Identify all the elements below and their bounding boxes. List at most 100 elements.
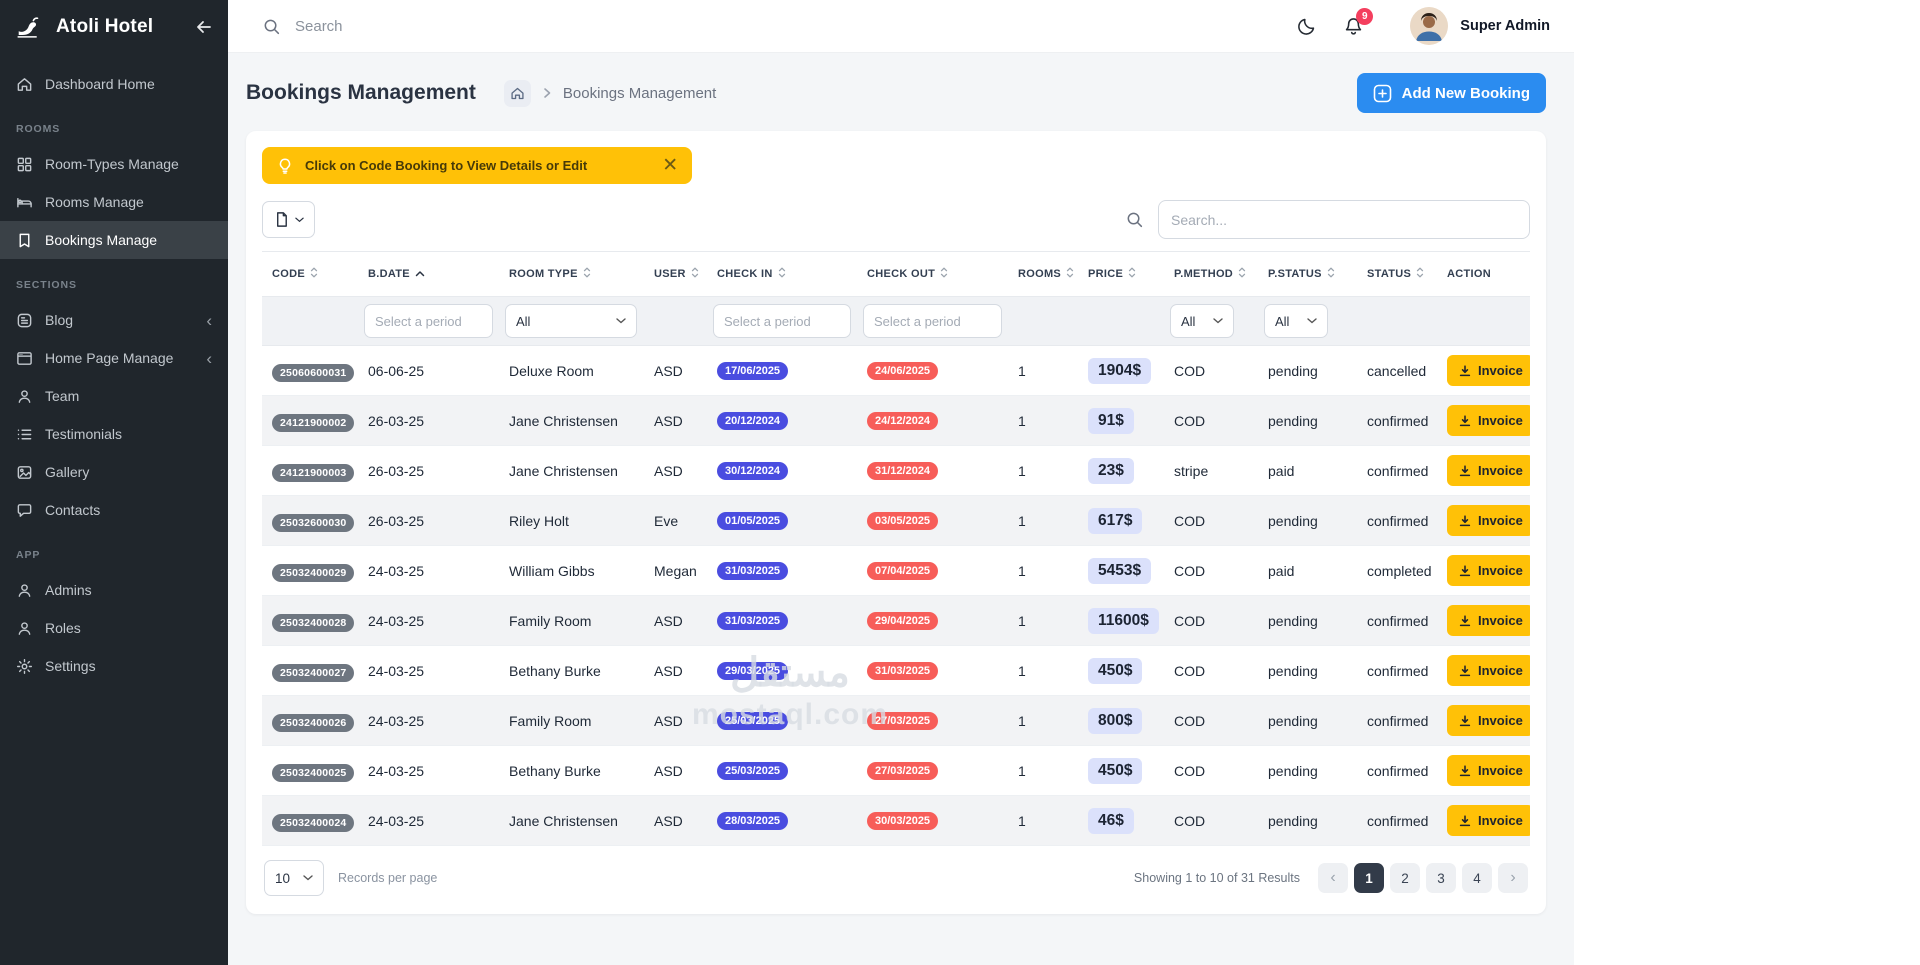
pagination-page-button[interactable]: 2	[1390, 863, 1420, 893]
sidebar-item-dashboard-home[interactable]: Dashboard Home	[0, 65, 228, 103]
sidebar-item-bookings-manage[interactable]: Bookings Manage	[0, 221, 228, 259]
invoice-button[interactable]: Invoice	[1447, 605, 1530, 636]
check-out-badge: 27/03/2025	[867, 762, 939, 780]
sort-icon	[1416, 267, 1424, 282]
export-button[interactable]	[262, 201, 315, 238]
user-cell: ASD	[644, 445, 707, 496]
breadcrumb-home-link[interactable]	[503, 79, 531, 107]
sidebar-item-blog[interactable]: Blog ‹	[0, 301, 228, 339]
sidebar-collapse-button[interactable]	[194, 17, 214, 37]
column-header-status[interactable]: STATUS	[1357, 251, 1437, 297]
column-header-code[interactable]: CODE	[262, 251, 358, 297]
pagination-area: Showing 1 to 10 of 31 Results ‹ 1 2 3 4 ›	[1134, 863, 1528, 893]
blog-icon	[16, 312, 33, 329]
filter-room-type-select[interactable]: All	[505, 304, 637, 338]
sidebar-item-roles[interactable]: Roles	[0, 609, 228, 647]
column-header-p-status[interactable]: P.STATUS	[1258, 251, 1357, 297]
price-chip: 450$	[1088, 757, 1143, 784]
sidebar-item-gallery[interactable]: Gallery	[0, 453, 228, 491]
dark-mode-toggle[interactable]	[1296, 16, 1317, 37]
booking-code-badge[interactable]: 25032400025	[272, 763, 355, 782]
column-header-check-in[interactable]: CHECK IN	[707, 251, 857, 297]
column-header-price[interactable]: PRICE	[1078, 251, 1164, 297]
sidebar-item-room-types-manage[interactable]: Room-Types Manage	[0, 145, 228, 183]
pagination-page-button[interactable]: 4	[1462, 863, 1492, 893]
download-icon	[1458, 814, 1472, 828]
sort-icon	[691, 267, 699, 282]
gear-icon	[16, 658, 33, 675]
column-header-user[interactable]: USER	[644, 251, 707, 297]
global-search-input[interactable]	[295, 17, 615, 35]
table-toolbar	[262, 200, 1530, 239]
download-icon	[1458, 364, 1472, 378]
alert-close-icon[interactable]: ✕	[662, 156, 678, 175]
room-type-cell: Riley Holt	[499, 495, 644, 546]
booking-row: 24121900003 26-03-25 Jane Christensen AS…	[262, 445, 1530, 496]
user-icon	[16, 582, 33, 599]
invoice-button[interactable]: Invoice	[1447, 505, 1530, 536]
user-menu[interactable]: Super Admin	[1410, 7, 1550, 45]
column-header-rooms[interactable]: ROOMS	[1008, 251, 1078, 297]
notifications-button[interactable]: 9	[1343, 7, 1374, 37]
sidebar-item-settings[interactable]: Settings	[0, 647, 228, 685]
status-cell: confirmed	[1357, 595, 1437, 646]
filter-p-method-select[interactable]: All	[1170, 304, 1234, 338]
filter-check-out-input[interactable]	[863, 304, 1002, 338]
booking-code-badge[interactable]: 25032400026	[272, 713, 355, 732]
breadcrumb-current: Bookings Management	[562, 84, 717, 102]
invoice-button[interactable]: Invoice	[1447, 655, 1530, 686]
sidebar-item-contacts[interactable]: Contacts	[0, 491, 228, 529]
sidebar-item-rooms-manage[interactable]: Rooms Manage	[0, 183, 228, 221]
booking-code-badge[interactable]: 25032600030	[272, 513, 355, 532]
booking-row: 25032600030 26-03-25 Riley Holt Eve 01/0…	[262, 495, 1530, 546]
booking-code-badge[interactable]: 25032400029	[272, 563, 355, 582]
sidebar-item-admins[interactable]: Admins	[0, 571, 228, 609]
sidebar-item-home-page-manage[interactable]: Home Page Manage ‹	[0, 339, 228, 377]
table-search-input[interactable]	[1158, 200, 1530, 239]
booking-code-badge[interactable]: 24121900003	[272, 463, 355, 482]
sidebar-item-team[interactable]: Team	[0, 377, 228, 415]
invoice-button[interactable]: Invoice	[1447, 555, 1530, 586]
add-new-booking-button[interactable]: Add New Booking	[1356, 73, 1546, 113]
filter-b-date-input[interactable]	[364, 304, 493, 338]
column-header-b-date[interactable]: B.DATE	[358, 251, 499, 297]
booking-code-badge[interactable]: 25032400028	[272, 613, 355, 632]
filter-p-status-select[interactable]: All	[1264, 304, 1328, 338]
pagination-page-button[interactable]: 3	[1426, 863, 1456, 893]
records-per-page-select[interactable]: 10	[264, 860, 324, 896]
booking-date-cell: 24-03-25	[358, 795, 499, 846]
booking-code-badge[interactable]: 25032400024	[272, 813, 355, 832]
booking-date-cell: 26-03-25	[358, 395, 499, 446]
invoice-button[interactable]: Invoice	[1447, 805, 1530, 836]
booking-row: 25032400025 24-03-25 Bethany Burke ASD 2…	[262, 745, 1530, 796]
filter-check-in-input[interactable]	[713, 304, 851, 338]
invoice-button[interactable]: Invoice	[1447, 705, 1530, 736]
list-icon	[16, 426, 33, 443]
user-cell: Eve	[644, 495, 707, 546]
topbar-actions: 9 Super Admin	[1296, 7, 1550, 45]
check-in-badge: 29/03/2025	[717, 662, 789, 680]
status-cell: cancelled	[1357, 345, 1437, 396]
pagination-next-button[interactable]: ›	[1498, 863, 1528, 893]
invoice-button[interactable]: Invoice	[1447, 405, 1530, 436]
column-header-room-type[interactable]: ROOM TYPE	[499, 251, 644, 297]
booking-code-badge[interactable]: 25032400027	[272, 663, 355, 682]
check-out-badge: 29/04/2025	[867, 612, 939, 630]
column-header-p-method[interactable]: P.METHOD	[1164, 251, 1258, 297]
booking-date-cell: 24-03-25	[358, 545, 499, 596]
records-per-page-label: Records per page	[338, 871, 438, 885]
invoice-button[interactable]: Invoice	[1447, 455, 1530, 486]
sidebar-item-testimonials[interactable]: Testimonials	[0, 415, 228, 453]
search-icon	[264, 19, 280, 34]
booking-code-badge[interactable]: 25060600031	[272, 363, 355, 382]
column-header-check-out[interactable]: CHECK OUT	[857, 251, 1008, 297]
sidebar-item-label: Blog	[45, 312, 74, 328]
grid-icon	[16, 156, 33, 173]
booking-code-badge[interactable]: 24121900002	[272, 413, 355, 432]
sort-icon	[1238, 267, 1246, 282]
plus-icon	[1373, 84, 1392, 103]
invoice-button[interactable]: Invoice	[1447, 755, 1530, 786]
pagination-prev-button[interactable]: ‹	[1318, 863, 1348, 893]
pagination-page-button[interactable]: 1	[1354, 863, 1384, 893]
invoice-button[interactable]: Invoice	[1447, 355, 1530, 386]
